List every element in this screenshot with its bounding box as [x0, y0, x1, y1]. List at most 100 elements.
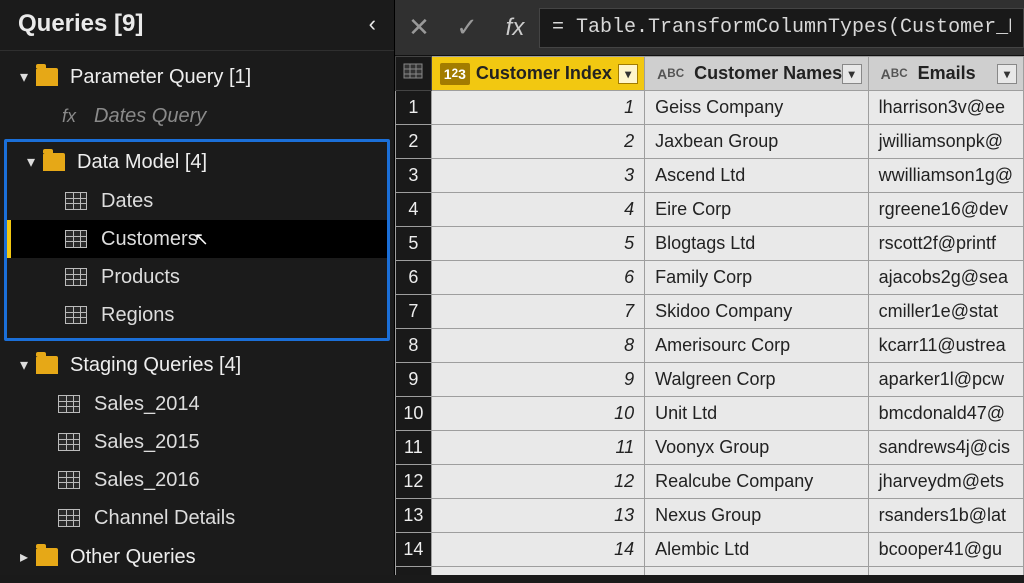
query-item[interactable]: Sales_2016: [0, 461, 394, 499]
datatype-icon[interactable]: ABC: [877, 63, 912, 85]
table-row[interactable]: 55Blogtags Ltdrscott2f@printf: [396, 227, 1024, 261]
cell-customer-index[interactable]: 11: [431, 431, 644, 465]
datatype-icon[interactable]: ABC: [653, 63, 688, 85]
fx-icon[interactable]: fx: [491, 0, 539, 56]
row-number[interactable]: 2: [396, 125, 432, 159]
query-group[interactable]: ▾Staging Queries [4]: [0, 345, 394, 385]
column-filter-button[interactable]: ▾: [842, 64, 862, 84]
column-header[interactable]: 123Customer Index▾: [431, 57, 644, 91]
cell-customer-index[interactable]: 10: [431, 397, 644, 431]
table-row[interactable]: 66Family Corpajacobs2g@sea: [396, 261, 1024, 295]
query-item[interactable]: Sales_2015: [0, 423, 394, 461]
cell-customer-index[interactable]: 4: [431, 193, 644, 227]
table-row[interactable]: 1212Realcube Companyjharveydm@ets: [396, 465, 1024, 499]
cell-customer-index[interactable]: 14: [431, 533, 644, 567]
query-item[interactable]: fxDates Query: [0, 97, 394, 135]
cell-customer-name[interactable]: Unit Ltd: [645, 397, 869, 431]
cell-email[interactable]: rsanders1b@lat: [868, 499, 1023, 533]
cell-customer-index[interactable]: 12: [431, 465, 644, 499]
cell-email[interactable]: sgarcia9k@my: [868, 567, 1023, 576]
row-number[interactable]: 4: [396, 193, 432, 227]
formula-cancel-button[interactable]: ✕: [395, 0, 443, 56]
row-number[interactable]: 12: [396, 465, 432, 499]
cell-email[interactable]: lharrison3v@ee: [868, 91, 1023, 125]
datatype-icon[interactable]: 123: [440, 63, 470, 85]
cell-customer-index[interactable]: 7: [431, 295, 644, 329]
query-group[interactable]: ▾Parameter Query [1]: [0, 57, 394, 97]
query-item[interactable]: Dates: [7, 182, 387, 220]
row-number[interactable]: 8: [396, 329, 432, 363]
cell-email[interactable]: cmiller1e@stat: [868, 295, 1023, 329]
row-number[interactable]: 7: [396, 295, 432, 329]
row-number[interactable]: 6: [396, 261, 432, 295]
cell-customer-name[interactable]: Nexus Group: [645, 499, 869, 533]
table-row[interactable]: 77Skidoo Companycmiller1e@stat: [396, 295, 1024, 329]
query-item[interactable]: Customers↖: [7, 220, 387, 258]
table-row[interactable]: 99Walgreen Corpaparker1l@pcw: [396, 363, 1024, 397]
cell-customer-index[interactable]: 5: [431, 227, 644, 261]
table-row[interactable]: 1414Alembic Ltdbcooper41@gu: [396, 533, 1024, 567]
cell-email[interactable]: sandrews4j@cis: [868, 431, 1023, 465]
cell-customer-name[interactable]: Realcube Company: [645, 465, 869, 499]
cell-customer-name[interactable]: Centizu Company: [645, 567, 869, 576]
collapse-sidebar-button[interactable]: ‹: [369, 11, 376, 37]
query-item[interactable]: Sales_2014: [0, 385, 394, 423]
table-row[interactable]: 22Jaxbean Groupjwilliamsonpk@: [396, 125, 1024, 159]
column-header[interactable]: ABCEmails▾: [868, 57, 1023, 91]
cell-email[interactable]: wwilliamson1g@: [868, 159, 1023, 193]
table-row[interactable]: 1010Unit Ltdbmcdonald47@: [396, 397, 1024, 431]
query-group[interactable]: ▸Other Queries: [0, 537, 394, 577]
row-number[interactable]: 15: [396, 567, 432, 576]
cell-email[interactable]: rgreene16@dev: [868, 193, 1023, 227]
row-number[interactable]: 14: [396, 533, 432, 567]
row-number[interactable]: 11: [396, 431, 432, 465]
table-row[interactable]: 1515Centizu Companysgarcia9k@my: [396, 567, 1024, 576]
row-number[interactable]: 1: [396, 91, 432, 125]
table-row[interactable]: 11Geiss Companylharrison3v@ee: [396, 91, 1024, 125]
cell-customer-index[interactable]: 6: [431, 261, 644, 295]
cell-email[interactable]: jharveydm@ets: [868, 465, 1023, 499]
select-all-corner[interactable]: [396, 57, 432, 91]
query-item[interactable]: Regions: [7, 296, 387, 334]
table-row[interactable]: 88Amerisourc Corpkcarr11@ustrea: [396, 329, 1024, 363]
table-row[interactable]: 33Ascend Ltdwwilliamson1g@: [396, 159, 1024, 193]
table-row[interactable]: 1111Voonyx Groupsandrews4j@cis: [396, 431, 1024, 465]
query-group[interactable]: ▾Data Model [4]: [7, 142, 387, 182]
cell-customer-index[interactable]: 9: [431, 363, 644, 397]
cell-customer-name[interactable]: Alembic Ltd: [645, 533, 869, 567]
cell-email[interactable]: jwilliamsonpk@: [868, 125, 1023, 159]
table-row[interactable]: 1313Nexus Grouprsanders1b@lat: [396, 499, 1024, 533]
column-filter-button[interactable]: ▾: [997, 64, 1017, 84]
cell-customer-name[interactable]: Skidoo Company: [645, 295, 869, 329]
cell-customer-name[interactable]: Walgreen Corp: [645, 363, 869, 397]
cell-email[interactable]: bmcdonald47@: [868, 397, 1023, 431]
cell-email[interactable]: kcarr11@ustrea: [868, 329, 1023, 363]
formula-accept-button[interactable]: ✓: [443, 0, 491, 56]
cell-customer-index[interactable]: 3: [431, 159, 644, 193]
cell-customer-index[interactable]: 1: [431, 91, 644, 125]
cell-customer-index[interactable]: 8: [431, 329, 644, 363]
cell-customer-name[interactable]: Eire Corp: [645, 193, 869, 227]
cell-customer-name[interactable]: Amerisourc Corp: [645, 329, 869, 363]
cell-customer-index[interactable]: 2: [431, 125, 644, 159]
cell-customer-name[interactable]: Jaxbean Group: [645, 125, 869, 159]
cell-email[interactable]: aparker1l@pcw: [868, 363, 1023, 397]
cell-customer-name[interactable]: Family Corp: [645, 261, 869, 295]
cell-customer-name[interactable]: Blogtags Ltd: [645, 227, 869, 261]
cell-customer-name[interactable]: Voonyx Group: [645, 431, 869, 465]
row-number[interactable]: 13: [396, 499, 432, 533]
row-number[interactable]: 9: [396, 363, 432, 397]
cell-customer-index[interactable]: 13: [431, 499, 644, 533]
formula-input[interactable]: [539, 8, 1024, 48]
column-filter-button[interactable]: ▾: [618, 64, 638, 84]
cell-customer-name[interactable]: Ascend Ltd: [645, 159, 869, 193]
row-number[interactable]: 5: [396, 227, 432, 261]
query-item[interactable]: Products: [7, 258, 387, 296]
cell-email[interactable]: bcooper41@gu: [868, 533, 1023, 567]
table-row[interactable]: 44Eire Corprgreene16@dev: [396, 193, 1024, 227]
cell-customer-name[interactable]: Geiss Company: [645, 91, 869, 125]
cell-email[interactable]: rscott2f@printf: [868, 227, 1023, 261]
cell-customer-index[interactable]: 15: [431, 567, 644, 576]
column-header[interactable]: ABCCustomer Names▾: [645, 57, 869, 91]
query-item[interactable]: Channel Details: [0, 499, 394, 537]
